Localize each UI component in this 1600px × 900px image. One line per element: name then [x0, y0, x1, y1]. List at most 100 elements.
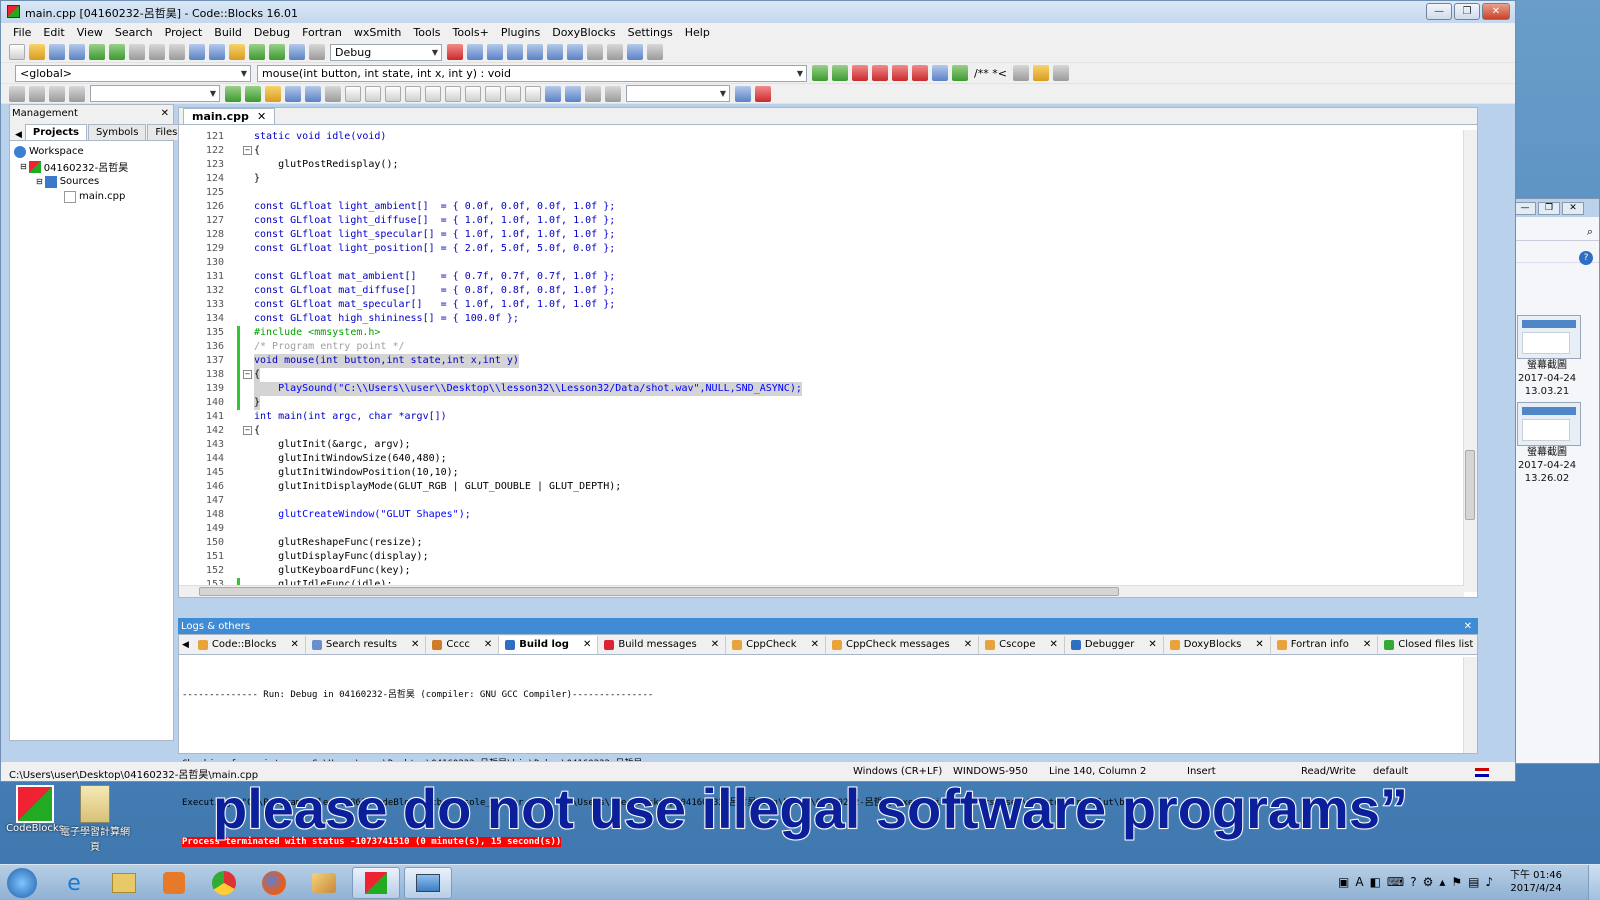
next-bookmark-icon[interactable] — [892, 65, 908, 81]
close-icon[interactable]: ✕ — [291, 639, 299, 650]
tray-help-icon[interactable]: ? — [1410, 875, 1416, 889]
address-bar[interactable]: ⌕ — [1509, 217, 1599, 241]
cut-icon[interactable] — [129, 44, 145, 60]
close-icon[interactable]: ✕ — [1049, 639, 1057, 650]
code-line[interactable]: PlaySound("C:\\Users\\user\\Desktop\\les… — [254, 382, 802, 396]
code-line[interactable]: } — [254, 172, 260, 186]
log-tab[interactable]: DoxyBlocks ✕ — [1164, 635, 1271, 654]
menu-help[interactable]: Help — [679, 26, 716, 39]
tray-flag-icon[interactable]: ⚑ — [1451, 875, 1462, 889]
taskbar-firefox[interactable] — [250, 867, 298, 899]
input-language-indicator[interactable]: A — [1355, 875, 1363, 889]
close-icon[interactable]: ✕ — [811, 639, 819, 650]
taskbar-chrome[interactable] — [200, 867, 248, 899]
build-icon[interactable] — [229, 44, 245, 60]
log-tab[interactable]: Debugger ✕ — [1065, 635, 1164, 654]
s-icon[interactable] — [585, 85, 601, 102]
doxywizard-icon[interactable] — [932, 65, 948, 81]
close-icon[interactable]: ✕ — [257, 110, 266, 123]
menu-search[interactable]: Search — [109, 26, 159, 39]
menu-tools[interactable]: Tools — [407, 26, 446, 39]
menu-doxyblocks[interactable]: DoxyBlocks — [546, 26, 621, 39]
taskbar-explorer[interactable] — [100, 867, 148, 899]
widget-c-icon[interactable] — [385, 85, 401, 102]
doxy-help-icon[interactable] — [1032, 65, 1049, 81]
pointer-icon[interactable] — [325, 85, 341, 102]
open-file-icon[interactable] — [29, 44, 45, 60]
taskbar-photo-viewer[interactable] — [404, 867, 452, 899]
step-out-icon[interactable] — [527, 44, 543, 60]
vertical-scrollbar[interactable] — [1463, 657, 1477, 753]
background-window[interactable]: — ❐ ✕ ⌕ ? 螢幕截圖 2017-04-24 13.03.21 螢幕截圖 … — [1508, 198, 1600, 764]
run-to-cursor-icon[interactable] — [467, 44, 483, 60]
pause-icon[interactable] — [587, 44, 603, 60]
code-line[interactable]: int main(int argc, char *argv[]) — [254, 410, 447, 424]
zoom-in-icon[interactable] — [545, 85, 561, 102]
scope-select[interactable]: <global> ▼ — [15, 64, 251, 82]
clock[interactable]: 下午 01:46 2017/4/24 — [1510, 869, 1562, 895]
fold-toggle-icon[interactable]: − — [243, 370, 252, 379]
collapse-icon[interactable]: ⊟ — [20, 162, 27, 171]
close-icon[interactable]: ✕ — [1148, 639, 1156, 650]
taskbar-codeblocks[interactable] — [352, 867, 400, 899]
log-tab[interactable]: CppCheck messages ✕ — [826, 635, 980, 654]
title-bar[interactable]: main.cpp [04160232-呂哲昊] - Code::Blocks 1… — [1, 1, 1515, 23]
log-tab[interactable]: Code::Blocks ✕ — [192, 635, 306, 654]
code-line[interactable]: const GLfloat mat_specular[] = { 1.0f, 1… — [254, 298, 615, 312]
menu-wxsmith[interactable]: wxSmith — [348, 26, 408, 39]
code-line[interactable]: glutKeyboardFunc(key); — [254, 564, 410, 578]
widget-e-icon[interactable] — [425, 85, 441, 102]
menu-build[interactable]: Build — [208, 26, 248, 39]
tree-folder[interactable]: ⊟ Sources — [14, 174, 173, 189]
code-line[interactable]: glutInit(&argc, argv); — [254, 438, 410, 452]
close-icon[interactable]: ✕ — [1464, 621, 1472, 632]
log-tab[interactable]: Search results ✕ — [306, 635, 427, 654]
doxy-config-icon[interactable] — [1012, 65, 1029, 81]
jump-back-icon[interactable] — [812, 65, 828, 81]
menu-settings[interactable]: Settings — [622, 26, 679, 39]
fold-toggle-icon[interactable]: − — [243, 146, 252, 155]
log-tab[interactable]: Fortran info ✕ — [1271, 635, 1379, 654]
code-line[interactable]: const GLfloat light_diffuse[] = { 1.0f, … — [254, 214, 615, 228]
toolbar-select[interactable]: ▼ — [626, 85, 730, 102]
step-into-icon[interactable] — [507, 44, 523, 60]
close-icon[interactable]: ✕ — [964, 639, 972, 650]
abc-icon[interactable] — [305, 85, 321, 102]
maximize-button[interactable]: ❐ — [1454, 3, 1480, 20]
close-button[interactable]: ✕ — [1482, 3, 1510, 20]
menu-view[interactable]: View — [71, 26, 109, 39]
fold-toggle-icon[interactable]: − — [243, 426, 252, 435]
maximize-icon[interactable]: ❐ — [1538, 201, 1560, 215]
nav-back-icon[interactable] — [225, 85, 241, 102]
minimize-icon[interactable]: — — [1514, 201, 1536, 215]
scroll-thumb[interactable] — [199, 587, 1119, 596]
log-tab[interactable]: Cccc ✕ — [426, 635, 500, 654]
taskbar-ie[interactable]: e — [50, 867, 98, 899]
chevron-left-icon[interactable]: ◀ — [12, 130, 25, 140]
close-icon[interactable]: ✕ — [161, 108, 169, 119]
code-line[interactable]: const GLfloat high_shininess[] = { 100.0… — [254, 312, 519, 326]
log-tab[interactable]: CppCheck ✕ — [726, 635, 826, 654]
debug-start-icon[interactable] — [447, 44, 463, 60]
tray-app-icon[interactable]: ▣ — [1338, 875, 1349, 889]
paste-icon[interactable] — [169, 44, 185, 60]
find-symbol-icon[interactable] — [735, 85, 751, 102]
menu-edit[interactable]: Edit — [37, 26, 70, 39]
debug-info-icon[interactable] — [647, 44, 663, 60]
new-file-icon[interactable] — [9, 44, 25, 60]
code-line[interactable]: glutReshapeFunc(resize); — [254, 536, 423, 550]
horizontal-scrollbar[interactable] — [179, 585, 1464, 597]
tab-projects[interactable]: Projects — [24, 124, 87, 140]
code-line[interactable]: glutDisplayFunc(display); — [254, 550, 429, 564]
save-all-icon[interactable] — [69, 44, 85, 60]
step-instruction-icon[interactable] — [567, 44, 583, 60]
tray-volume-icon[interactable]: ♪ — [1486, 875, 1494, 889]
extract-docs-icon[interactable] — [952, 65, 968, 81]
build-and-run-icon[interactable] — [269, 44, 285, 60]
tree-workspace[interactable]: Workspace — [14, 144, 173, 159]
toggle-bookmark-icon[interactable] — [852, 65, 868, 81]
chevron-left-icon[interactable]: ◀ — [179, 640, 192, 650]
desktop-icon-shortcut[interactable]: 電子學習計算網頁 — [60, 785, 130, 853]
close-icon[interactable]: ✕ — [583, 639, 591, 650]
log-tab[interactable]: Closed files list✕ — [1378, 636, 1477, 654]
